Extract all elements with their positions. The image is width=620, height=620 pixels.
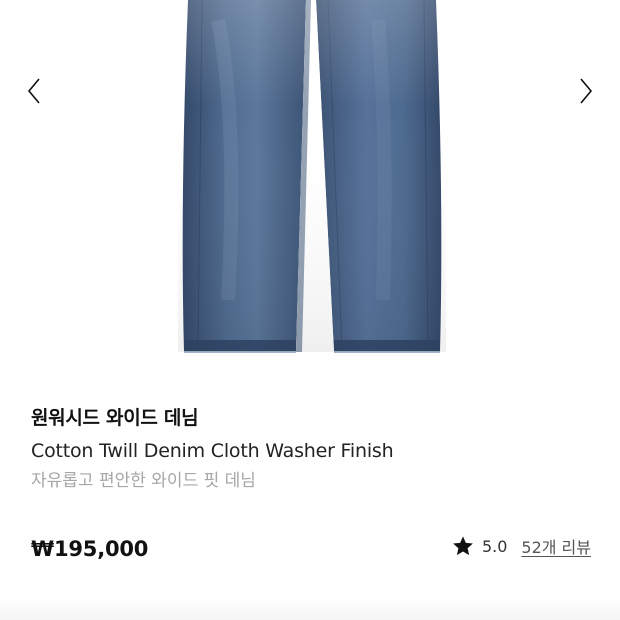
price-rating-row: ₩195,000 5.0 52개 리뷰 bbox=[31, 534, 591, 564]
product-name-ko: 원워시드 와이드 데님 bbox=[31, 407, 199, 429]
bottom-fade bbox=[0, 598, 620, 620]
product-rating: 5.0 52개 리뷰 bbox=[452, 534, 591, 558]
product-price: ₩195,000 bbox=[31, 537, 149, 561]
denim-jeans-image bbox=[178, 0, 446, 353]
chevron-left-icon bbox=[27, 78, 40, 104]
gallery-prev-button[interactable] bbox=[22, 74, 46, 108]
product-detail-page: 원워시드 와이드 데님 Cotton Twill Denim Cloth Was… bbox=[0, 0, 620, 620]
product-name-en: Cotton Twill Denim Cloth Washer Finish bbox=[31, 440, 394, 462]
reviews-link[interactable]: 52개 리뷰 bbox=[521, 534, 591, 558]
chevron-right-icon bbox=[580, 78, 593, 104]
rating-value: 5.0 bbox=[481, 536, 508, 556]
product-info: 원워시드 와이드 데님 Cotton Twill Denim Cloth Was… bbox=[31, 404, 591, 494]
gallery-next-button[interactable] bbox=[574, 74, 598, 108]
product-description: 자유롭고 편안한 와이드 핏 데님 bbox=[31, 471, 256, 491]
star-icon bbox=[453, 536, 473, 556]
product-image-gallery[interactable] bbox=[0, 0, 620, 370]
